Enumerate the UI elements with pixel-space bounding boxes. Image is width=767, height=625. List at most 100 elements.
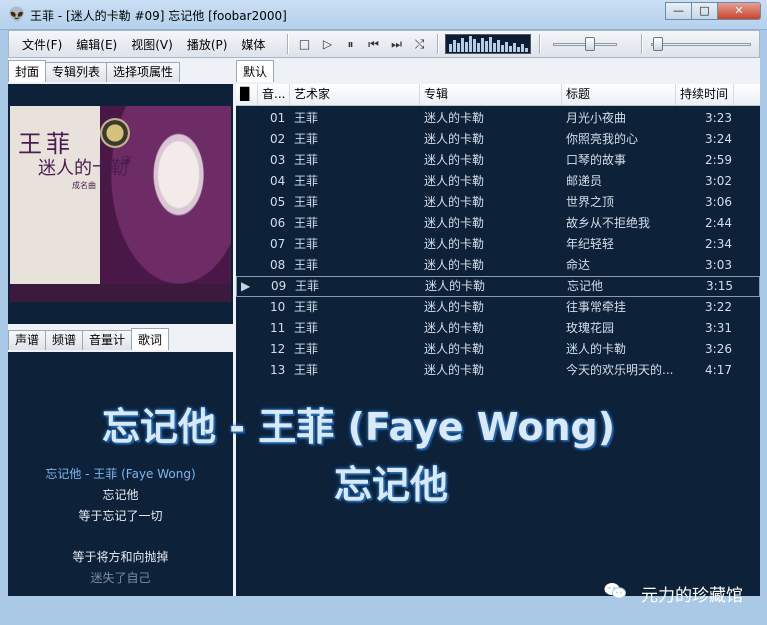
menu-file[interactable]: 文件(F) [15, 36, 69, 53]
track-album: 迷人的卡勒 [424, 321, 485, 335]
left-tab-strip: 封面 专辑列表 选择项属性 [8, 60, 181, 82]
track-duration: 3:15 [706, 279, 733, 293]
menu-playback[interactable]: 播放(P) [180, 36, 235, 53]
track-album: 迷人的卡勒 [424, 174, 485, 188]
menu-edit[interactable]: 编辑(E) [69, 36, 124, 53]
playlist-row[interactable]: 10 王菲 迷人的卡勒 往事常牵挂 3:22 [236, 297, 760, 318]
playlist-row[interactable]: 08 王菲 迷人的卡勒 命达 3:03 [236, 255, 760, 276]
track-duration: 2:44 [705, 216, 732, 230]
track-duration: 3:31 [705, 321, 732, 335]
seek-thumb[interactable] [653, 37, 663, 51]
playlist-row[interactable]: 05 王菲 迷人的卡勒 世界之顶 3:06 [236, 192, 760, 213]
track-duration: 3:02 [705, 174, 732, 188]
track-artist: 王菲 [294, 321, 319, 335]
track-album: 迷人的卡勒 [424, 300, 485, 314]
column-header-status[interactable]: █ [236, 84, 258, 105]
track-title: 忘记他 [567, 279, 604, 293]
window-controls: — □ ✕ [665, 2, 761, 20]
tab-volume-meter[interactable]: 音量计 [82, 330, 133, 350]
track-artist: 王菲 [294, 363, 319, 377]
track-title: 世界之顶 [566, 195, 615, 209]
title-bar: 👽 王菲 - [迷人的卡勒 #09] 忘记他 [foobar2000] — □ … [0, 0, 767, 30]
playlist-row[interactable]: 11 王菲 迷人的卡勒 玫瑰花园 3:31 [236, 318, 760, 339]
track-artist: 王菲 [294, 195, 319, 209]
track-album: 迷人的卡勒 [424, 195, 485, 209]
menu-view[interactable]: 视图(V) [124, 36, 180, 53]
tab-selection-properties[interactable]: 选择项属性 [106, 62, 181, 82]
column-header-artist[interactable]: 艺术家 [290, 84, 420, 105]
visualizer-bar [505, 42, 508, 52]
track-title: 故乡从不拒绝我 [566, 216, 651, 230]
pause-icon[interactable]: ⏸ [339, 35, 362, 53]
play-icon[interactable]: ▷ [316, 35, 339, 53]
visualizer-bar [521, 44, 524, 52]
toolbar-separator [287, 34, 289, 54]
previous-icon[interactable]: ⏮ [362, 35, 385, 53]
playlist-row-playing[interactable]: ▶ 09 王菲 迷人的卡勒 忘记他 3:15 [236, 276, 760, 297]
label-seal [100, 118, 130, 148]
tab-spectrogram[interactable]: 声谱 [8, 330, 47, 350]
album-tag-text: 成名曲 [72, 181, 96, 190]
next-icon[interactable]: ⏭ [385, 35, 408, 53]
stop-icon[interactable]: □ [293, 35, 316, 53]
album-cover-image: 王菲 迷人的卡勒 ❦ 成名曲 [10, 106, 231, 302]
track-album: 迷人的卡勒 [424, 153, 485, 167]
volume-slider[interactable] [545, 34, 625, 54]
track-title: 月光小夜曲 [566, 111, 627, 125]
playlist-header: █ 音... 艺术家 专辑 标题 持续时间 [236, 84, 760, 106]
column-header-duration[interactable]: 持续时间 [676, 84, 734, 105]
menu-library[interactable]: 媒体 [234, 36, 272, 53]
visualizer-bar [469, 36, 472, 52]
track-title: 你照亮我的心 [566, 132, 639, 146]
track-album: 迷人的卡勒 [424, 216, 485, 230]
visualizer-bar [489, 37, 492, 52]
visualizer-bar [465, 42, 468, 52]
playlist-row[interactable]: 03 王菲 迷人的卡勒 口琴的故事 2:59 [236, 150, 760, 171]
maximize-button[interactable]: □ [691, 2, 718, 20]
track-album: 迷人的卡勒 [425, 279, 486, 293]
playlist-row[interactable]: 07 王菲 迷人的卡勒 年纪轻轻 2:34 [236, 234, 760, 255]
column-header-album[interactable]: 专辑 [420, 84, 562, 105]
volume-thumb[interactable] [585, 37, 595, 51]
visualizer-bar [481, 38, 484, 52]
tab-cover[interactable]: 封面 [8, 60, 47, 82]
tab-spectrum[interactable]: 频谱 [45, 330, 84, 350]
visualizer-bar [525, 48, 528, 52]
playlist-view[interactable]: █ 音... 艺术家 专辑 标题 持续时间 01 王菲 迷人的卡勒 月光小夜曲 3:23… [236, 84, 760, 596]
playlist-panel: 默认 █ 音... 艺术家 专辑 标题 持续时间 01 王菲 迷人的卡勒 月光小夜曲 3… [236, 58, 760, 596]
playlist-tab-strip: 默认 [236, 60, 275, 82]
toolbar-separator [641, 34, 643, 54]
playlist-row[interactable]: 06 王菲 迷人的卡勒 故乡从不拒绝我 2:44 [236, 213, 760, 234]
playlist-row[interactable]: 12 王菲 迷人的卡勒 迷人的卡勒 3:26 [236, 339, 760, 360]
visualizer-bar [497, 40, 500, 52]
track-duration: 3:06 [705, 195, 732, 209]
track-title: 玫瑰花园 [566, 321, 615, 335]
visualizer-bar [517, 47, 520, 52]
track-duration: 2:59 [705, 153, 732, 167]
transport-controls: □ ▷ ⏸ ⏮ ⏭ ⤭ [293, 35, 431, 53]
playlist-row[interactable]: 04 王菲 迷人的卡勒 邮递员 3:02 [236, 171, 760, 192]
lyric-line-current: 忘记他 - 王菲 (Faye Wong) [45, 467, 196, 481]
track-title: 年纪轻轻 [566, 237, 615, 251]
visualizer-bar [461, 38, 464, 52]
toolbar-separator [539, 34, 541, 54]
tab-album-list[interactable]: 专辑列表 [45, 62, 108, 82]
track-artist: 王菲 [294, 237, 319, 251]
visualizer-bar [513, 43, 516, 52]
alien-head-icon: 👽 [8, 7, 26, 23]
playlist-row[interactable]: 13 王菲 迷人的卡勒 今天的欢乐明天的... 4:17 [236, 360, 760, 381]
playlist-row[interactable]: 02 王菲 迷人的卡勒 你照亮我的心 3:24 [236, 129, 760, 150]
tab-lyrics[interactable]: 歌词 [131, 328, 170, 350]
column-header-title[interactable]: 标题 [562, 84, 676, 105]
lyric-line: 忘记他 [102, 488, 139, 502]
random-icon[interactable]: ⤭ [408, 35, 431, 53]
minimize-button[interactable]: — [665, 2, 692, 20]
track-duration: 2:34 [705, 237, 732, 251]
track-album: 迷人的卡勒 [424, 363, 485, 377]
close-button[interactable]: ✕ [717, 2, 761, 20]
tab-default-playlist[interactable]: 默认 [236, 60, 275, 82]
seek-bar[interactable] [647, 34, 755, 54]
column-header-track-no[interactable]: 音... [258, 84, 290, 105]
menu-bar: 文件(F) 编辑(E) 视图(V) 播放(P) 媒体 [15, 31, 272, 57]
playlist-row[interactable]: 01 王菲 迷人的卡勒 月光小夜曲 3:23 [236, 108, 760, 129]
